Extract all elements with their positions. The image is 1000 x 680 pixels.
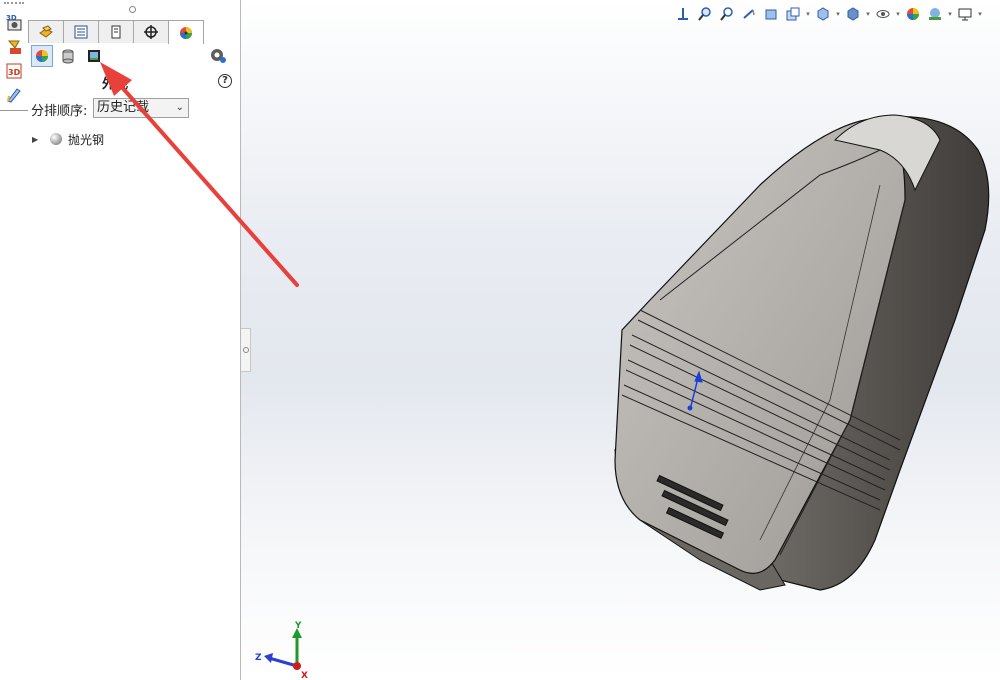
zoom-to-fit-icon[interactable] <box>694 4 716 24</box>
dropdown-arrow-icon[interactable]: ▾ <box>864 10 872 18</box>
color-wheel-icon <box>180 26 192 39</box>
decals-button[interactable] <box>57 45 79 67</box>
display-style-icon[interactable] <box>842 4 864 24</box>
dropdown-arrow-icon[interactable]: ▾ <box>894 10 902 18</box>
appearance-tree-item[interactable]: ▶ 抛光钢 <box>32 130 104 148</box>
gear-icon <box>211 49 226 63</box>
expand-arrow-icon[interactable]: ▶ <box>32 135 42 144</box>
dimxpert-manager-tab[interactable] <box>133 20 169 43</box>
zoom-area-icon[interactable] <box>716 4 738 24</box>
3d-drawing-button[interactable]: 3D <box>5 62 23 80</box>
appearances-button[interactable] <box>31 45 53 67</box>
feature-manager-tab[interactable] <box>28 20 64 43</box>
appearance-item-label: 抛光钢 <box>68 132 105 147</box>
scene-button[interactable] <box>83 45 105 67</box>
scene-icon <box>88 50 100 62</box>
feature-tree-icon <box>39 25 53 38</box>
help-icon[interactable]: ? <box>218 74 232 88</box>
property-list-icon <box>74 25 88 39</box>
display-manager-panel: 3D 3D 外观 ? 分排顺序: 历史记载 ⌄ ▶ 抛光钢 <box>0 0 241 680</box>
sort-order-select[interactable]: 历史记载 ⌄ <box>93 98 189 118</box>
view-orientation-cube-icon[interactable] <box>812 4 834 24</box>
view-settings-icon[interactable] <box>954 4 976 24</box>
3d-drawing-icon: 3D <box>6 63 22 79</box>
hide-show-icon[interactable] <box>872 4 894 24</box>
triad-x-label: X <box>301 671 308 680</box>
chevron-down-icon: ⌄ <box>175 102 184 113</box>
section-title: 外观 <box>102 77 129 92</box>
dynamic-annotation-icon[interactable] <box>782 4 804 24</box>
panel-resize-handle[interactable] <box>241 328 251 372</box>
render-tool-button[interactable] <box>5 38 23 56</box>
3d-view-icon: 3D <box>6 14 22 31</box>
appearances-icon <box>36 50 48 62</box>
sketch-tool-icon <box>7 88 21 103</box>
configuration-icon <box>111 25 121 39</box>
3d-view-button[interactable]: 3D <box>5 14 23 32</box>
sketch-tool-button[interactable] <box>5 86 23 104</box>
apply-scene-icon[interactable] <box>924 4 946 24</box>
3d-model[interactable] <box>241 0 1000 680</box>
sphere-material-icon <box>50 133 62 145</box>
property-manager-tab[interactable] <box>63 20 99 43</box>
reference-triad: Y Z X <box>255 621 308 680</box>
svg-text:3D: 3D <box>8 68 21 77</box>
previous-view-icon[interactable] <box>738 4 760 24</box>
configuration-manager-tab[interactable] <box>98 20 134 43</box>
section-view-icon[interactable] <box>760 4 782 24</box>
dropdown-arrow-icon[interactable]: ▾ <box>804 10 812 18</box>
manager-tabs <box>28 20 204 44</box>
panel-collapse-handle[interactable] <box>129 6 136 13</box>
display-subtabs <box>31 45 105 67</box>
render-tool-icon <box>7 40 21 54</box>
dropdown-arrow-icon[interactable]: ▾ <box>976 10 984 18</box>
edit-appearance-icon[interactable] <box>902 4 924 24</box>
crosshair-icon <box>144 25 158 39</box>
options-button[interactable] <box>209 47 227 65</box>
triad-z-label: Z <box>255 653 262 663</box>
panel-grip[interactable] <box>4 2 24 7</box>
sort-order-label: 分排顺序: <box>31 104 88 119</box>
dropdown-arrow-icon[interactable]: ▾ <box>946 10 954 18</box>
display-manager-tab[interactable] <box>168 20 204 44</box>
svg-text:3D: 3D <box>6 14 17 22</box>
triad-y-label: Y <box>294 621 302 631</box>
strip-divider <box>0 110 28 111</box>
graphics-area[interactable]: ▾ ▾ ▾ ▾ ▾ ▾ Y Z X <box>241 0 1000 680</box>
decals-icon <box>62 49 74 64</box>
heads-up-view-toolbar: ▾ ▾ ▾ ▾ ▾ ▾ <box>672 4 984 24</box>
view-orientation-icon[interactable] <box>672 4 694 24</box>
dropdown-arrow-icon[interactable]: ▾ <box>834 10 842 18</box>
sort-order-value: 历史记载 <box>97 100 150 115</box>
